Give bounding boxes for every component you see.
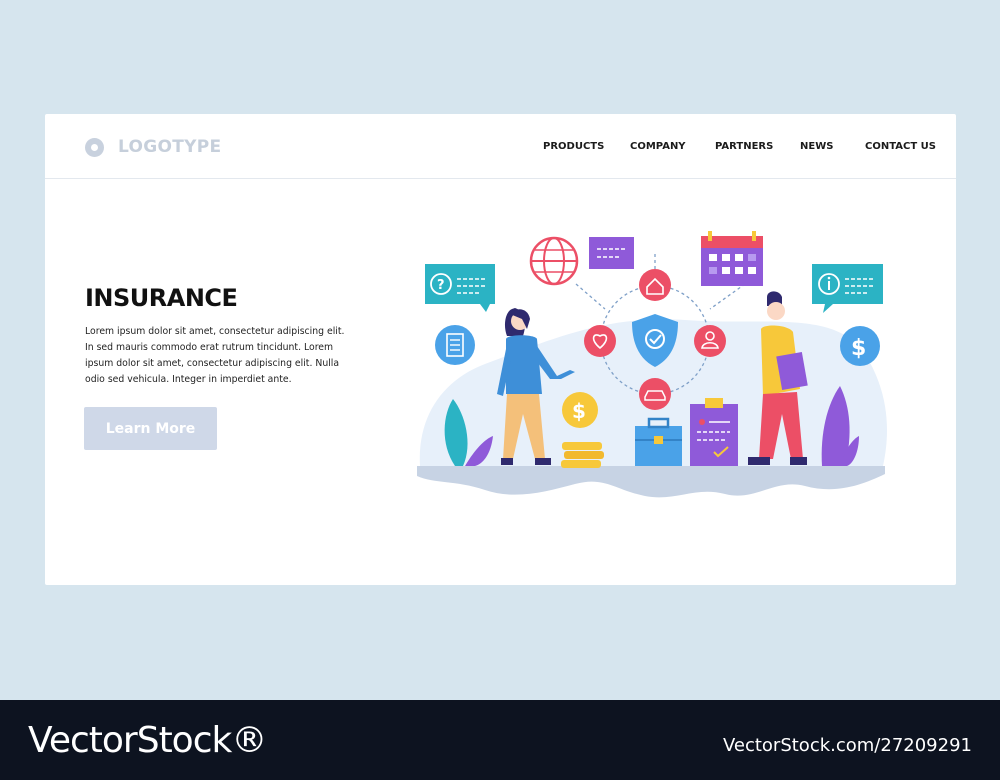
watermark-bar: VectorStock® VectorStock.com/27209291	[0, 700, 1000, 780]
globe-icon	[529, 236, 579, 286]
landing-page-card: LOGOTYPE PRODUCTS COMPANY PARTNERS NEWS …	[45, 114, 956, 585]
insurance-illustration: ? $ $	[417, 231, 888, 498]
message-card-icon	[589, 237, 634, 269]
dollar-icon: $	[840, 326, 880, 366]
car-icon	[639, 378, 671, 410]
clipboard-icon	[690, 398, 738, 466]
calendar-icon	[701, 231, 763, 286]
user-icon	[694, 325, 726, 357]
briefcase-icon	[635, 417, 682, 466]
document-icon	[435, 325, 475, 365]
home-icon	[639, 269, 671, 301]
watermark-logo-text: VectorStock®	[28, 720, 267, 761]
connector-line	[575, 283, 606, 310]
svg-text:$: $	[572, 399, 586, 423]
ground-shape	[417, 466, 885, 498]
svg-text:?: ?	[437, 278, 445, 293]
watermark-id-text: VectorStock.com/27209291	[722, 735, 972, 756]
connector-line	[709, 283, 746, 310]
heart-icon	[584, 325, 616, 357]
help-chat-icon: ?	[425, 264, 495, 312]
svg-text:$: $	[851, 336, 866, 361]
info-chat-icon	[812, 264, 883, 313]
